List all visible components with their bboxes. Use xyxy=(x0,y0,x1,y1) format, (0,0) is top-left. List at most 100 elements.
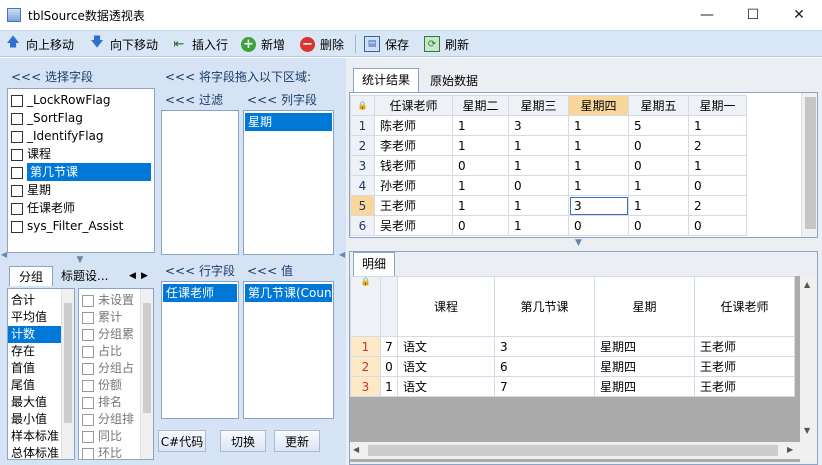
detail-cell[interactable]: 7 xyxy=(494,376,595,397)
pivot-cell[interactable]: 钱老师 xyxy=(374,155,453,176)
detail-cell[interactable]: 6 xyxy=(494,356,595,377)
field-item[interactable]: _IdentifyFlag xyxy=(8,127,154,145)
field-item[interactable]: 第几节课 xyxy=(8,163,154,181)
aggregate-item[interactable]: 最小值 xyxy=(8,411,61,428)
row-field-item[interactable]: 任课老师 xyxy=(163,284,237,302)
detail-cell[interactable]: 星期四 xyxy=(594,376,695,397)
detail-column-header[interactable]: 课程 xyxy=(397,276,495,337)
detail-row-number[interactable]: 3 xyxy=(350,376,381,397)
detail-column-header[interactable]: 星期 xyxy=(594,276,695,337)
pivot-cell[interactable]: 0 xyxy=(628,155,689,176)
pivot-row[interactable]: 5 王老师 1 1 3 1 2 xyxy=(350,195,747,216)
aggregate-item[interactable]: 计数 xyxy=(8,326,61,343)
option-checkbox[interactable] xyxy=(82,379,94,392)
pivot-cell[interactable]: 1 xyxy=(508,195,569,216)
detail-id-cell[interactable]: 7 xyxy=(380,336,398,357)
scroll-up-icon[interactable]: ▲ xyxy=(804,280,810,289)
detail-row[interactable]: 1 7 语文 3 星期四 王老师 xyxy=(350,336,795,357)
option-checkbox[interactable] xyxy=(82,311,94,324)
refresh-button[interactable]: ⟳ 刷新 xyxy=(424,34,469,54)
aggregate-item[interactable]: 尾值 xyxy=(8,377,61,394)
pivot-cell[interactable]: 0 xyxy=(452,215,509,236)
detail-column-header[interactable]: 任课老师 xyxy=(694,276,795,337)
pivot-row-number[interactable]: 4 xyxy=(350,175,375,196)
splitter-down-icon[interactable]: ▼ xyxy=(70,256,90,265)
field-checkbox[interactable] xyxy=(11,94,23,107)
pivot-cell[interactable]: 1 xyxy=(568,135,629,156)
update-button[interactable]: 更新 xyxy=(274,430,320,452)
scroll-left-icon[interactable]: ◀ xyxy=(353,445,359,454)
pivot-cell[interactable]: 0 xyxy=(628,135,689,156)
option-checkbox[interactable] xyxy=(82,447,94,459)
option-checkbox[interactable] xyxy=(82,328,94,341)
pivot-cell[interactable]: 1 xyxy=(452,115,509,136)
pivot-cell[interactable]: 孙老师 xyxy=(374,175,453,196)
field-checkbox[interactable] xyxy=(11,166,23,179)
pivot-scroll-thumb[interactable] xyxy=(805,97,816,229)
field-checkbox[interactable] xyxy=(11,184,23,197)
option-checkbox[interactable] xyxy=(82,345,94,358)
aggregate-item[interactable]: 合计 xyxy=(8,292,61,309)
switch-button[interactable]: 切换 xyxy=(220,430,266,452)
pivot-column-header[interactable]: 星期三 xyxy=(508,95,569,116)
tab-group[interactable]: 分组 xyxy=(9,266,53,286)
detail-cell[interactable]: 语文 xyxy=(397,336,495,357)
aggregate-scroll-thumb[interactable] xyxy=(64,303,72,423)
pivot-cell[interactable]: 1 xyxy=(688,115,747,136)
field-item[interactable]: 星期 xyxy=(8,181,154,199)
pivot-cell[interactable]: 王老师 xyxy=(374,195,453,216)
aggregate-item[interactable]: 首值 xyxy=(8,360,61,377)
pivot-cell[interactable]: 0 xyxy=(628,215,689,236)
minimize-button[interactable]: — xyxy=(684,0,730,30)
pivot-row[interactable]: 2 李老师 1 1 1 0 2 xyxy=(350,135,747,156)
pivot-cell[interactable]: 3 xyxy=(568,195,629,216)
options-scroll-thumb[interactable] xyxy=(143,303,151,413)
pivot-row-number[interactable]: 1 xyxy=(350,115,375,136)
column-field-item[interactable]: 星期 xyxy=(245,113,332,131)
tab-scroll-left-icon[interactable]: ◀ xyxy=(129,266,136,286)
pivot-row-number[interactable]: 6 xyxy=(350,215,375,236)
pivot-cell[interactable]: 1 xyxy=(628,175,689,196)
detail-cell[interactable]: 语文 xyxy=(397,356,495,377)
pivot-column-header[interactable]: 星期一 xyxy=(688,95,747,116)
vertical-splitter-icon[interactable]: ◀ xyxy=(339,250,345,259)
field-checkbox[interactable] xyxy=(11,220,23,233)
delete-button[interactable]: − 删除 xyxy=(300,34,344,54)
detail-row[interactable]: 3 1 语文 7 星期四 王老师 xyxy=(350,376,795,397)
pivot-cell[interactable]: 1 xyxy=(568,115,629,136)
detail-cell[interactable]: 星期四 xyxy=(594,336,695,357)
detail-id-cell[interactable]: 1 xyxy=(380,376,398,397)
option-checkbox[interactable] xyxy=(82,396,94,409)
insert-row-button[interactable]: ⇤ 插入行 xyxy=(171,34,228,54)
scroll-down-icon[interactable]: ▼ xyxy=(804,426,810,435)
pivot-cell[interactable]: 0 xyxy=(508,175,569,196)
add-button[interactable]: + 新增 xyxy=(241,34,285,54)
pivot-row-number[interactable]: 3 xyxy=(350,155,375,176)
pivot-cell[interactable]: 2 xyxy=(688,135,747,156)
tab-stats-result[interactable]: 统计结果 xyxy=(353,68,420,92)
aggregate-item[interactable]: 样本标准 xyxy=(8,428,61,445)
pivot-row[interactable]: 3 钱老师 0 1 1 0 1 xyxy=(350,155,747,176)
detail-cell[interactable]: 王老师 xyxy=(694,336,795,357)
option-checkbox[interactable] xyxy=(82,430,94,443)
tab-title-settings[interactable]: 标题设... xyxy=(61,266,108,286)
pivot-column-header[interactable]: 星期四 xyxy=(568,95,629,116)
pivot-column-header[interactable]: 星期二 xyxy=(452,95,509,116)
detail-id-cell[interactable]: 0 xyxy=(380,356,398,377)
field-checkbox[interactable] xyxy=(11,148,23,161)
pivot-row[interactable]: 1 陈老师 1 3 1 5 1 xyxy=(350,115,747,136)
aggregate-scrollbar[interactable] xyxy=(61,289,74,459)
pivot-cell[interactable]: 2 xyxy=(688,195,747,216)
aggregate-item[interactable]: 总体标准 xyxy=(8,445,61,459)
pivot-cell[interactable]: 1 xyxy=(508,215,569,236)
detail-row[interactable]: 2 0 语文 6 星期四 王老师 xyxy=(350,356,795,377)
pivot-row[interactable]: 6 吴老师 0 1 0 0 0 xyxy=(350,215,747,236)
field-checkbox[interactable] xyxy=(11,202,23,215)
field-checkbox[interactable] xyxy=(11,130,23,143)
tab-scroll-right-icon[interactable]: ▶ xyxy=(141,266,148,286)
value-zone[interactable]: 第几节课(Count xyxy=(243,281,334,419)
pivot-cell[interactable]: 1 xyxy=(452,175,509,196)
pivot-cell[interactable]: 1 xyxy=(568,155,629,176)
detail-cell[interactable]: 星期四 xyxy=(594,356,695,377)
field-checkbox[interactable] xyxy=(11,112,23,125)
